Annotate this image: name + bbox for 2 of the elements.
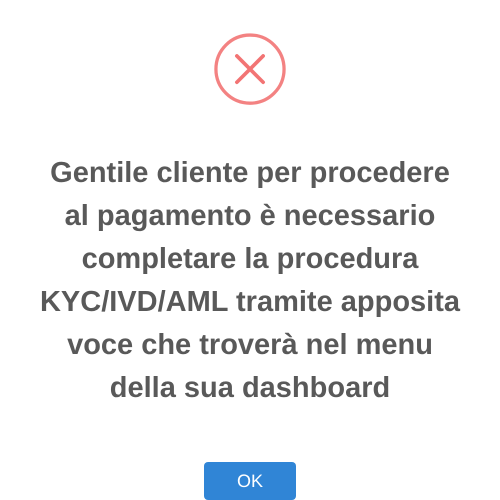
dialog-message: Gentile cliente per procedere al pagamento è necessario completare la procedura KYC/IVD/AML tramite apposita voce che troverà nel menu della sua dashboard xyxy=(38,156,462,406)
ok-button[interactable]: OK xyxy=(204,462,296,500)
